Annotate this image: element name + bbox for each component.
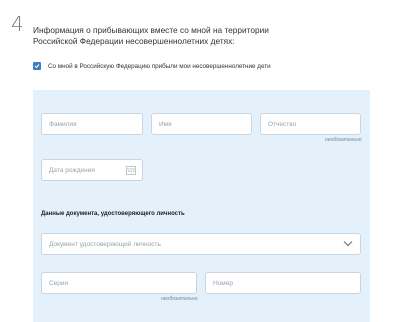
document-heading: Данные документа, удостоверяющего личнос… [41,211,185,217]
series-optional-hint: необязательно [161,296,198,302]
name-input[interactable]: Имя [151,113,252,135]
name-placeholder: Имя [159,120,172,128]
series-placeholder: Серия [49,279,69,287]
patronymic-optional-hint: необязательно [325,137,362,143]
patronymic-placeholder: Отчество [268,120,297,128]
patronymic-input[interactable]: Отчество [260,113,361,135]
chevron-down-icon [343,241,353,247]
children-checkbox[interactable] [33,62,41,70]
children-checkbox-label: Со мной в Российскую Федерацию прибыли м… [48,62,271,70]
birthdate-input[interactable]: Дата рождения [41,159,143,181]
section-title: Информация о прибывающих вместе со мной … [33,25,269,46]
document-type-select[interactable]: Документ удостоверяющий личность [41,233,361,255]
children-checkbox-row[interactable]: Со мной в Российскую Федерацию прибыли м… [33,62,271,70]
surname-placeholder: Фамилия [49,120,77,128]
step-number: 4 [11,12,24,36]
checkmark-icon [34,64,40,69]
number-input[interactable]: Номер [205,272,361,294]
number-placeholder: Номер [213,279,234,287]
calendar-icon[interactable] [126,165,136,175]
surname-input[interactable]: Фамилия [41,113,143,135]
series-input[interactable]: Серия [41,272,197,294]
birthdate-placeholder: Дата рождения [49,166,95,174]
document-type-placeholder: Документ удостоверяющий личность [49,240,161,248]
